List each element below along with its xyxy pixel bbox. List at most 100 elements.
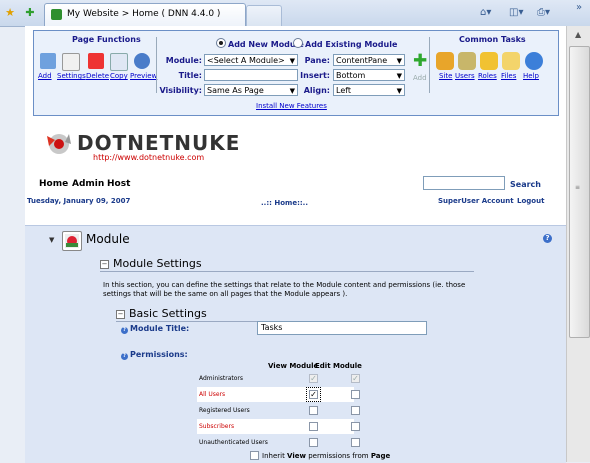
page-settings-icon[interactable] bbox=[62, 53, 80, 71]
add-module-icon[interactable]: ✚ bbox=[413, 53, 427, 70]
insert-label: Insert: bbox=[300, 71, 330, 80]
add-new-module-option[interactable]: Add New Module bbox=[216, 38, 304, 49]
copy-page-icon[interactable] bbox=[110, 53, 128, 71]
menu-host[interactable]: Host bbox=[107, 179, 130, 189]
site-link[interactable]: Site bbox=[439, 72, 452, 80]
add-module-button[interactable]: Add bbox=[413, 74, 427, 82]
module-select[interactable]: <Select A Module> ▼ bbox=[204, 54, 298, 66]
divider bbox=[156, 37, 157, 93]
page-functions-heading: Page Functions bbox=[72, 35, 141, 44]
breadcrumb: ..:: Home::.. bbox=[261, 199, 308, 207]
add-favorites-icon[interactable]: ✚ bbox=[24, 7, 36, 19]
add-existing-module-option[interactable]: Add Existing Module bbox=[293, 38, 397, 49]
role-name: Unauthenticated Users bbox=[199, 439, 268, 446]
logo-url[interactable]: http://www.dotnetnuke.com bbox=[93, 153, 204, 162]
current-date: Tuesday, January 09, 2007 bbox=[27, 197, 131, 205]
permission-row: Administrators ✓ ✓ bbox=[197, 371, 360, 386]
permissions-label: ? Permissions: bbox=[121, 350, 188, 360]
install-new-features-link[interactable]: Install New Features bbox=[256, 102, 327, 110]
view-checkbox[interactable]: ✓ bbox=[306, 387, 321, 402]
view-checkbox[interactable] bbox=[309, 406, 318, 415]
add-existing-radio[interactable] bbox=[293, 38, 303, 48]
feeds-icon[interactable]: ◫▾ bbox=[509, 7, 523, 18]
role-name: Subscribers bbox=[199, 423, 235, 430]
common-tasks-heading: Common Tasks bbox=[459, 35, 526, 44]
files-link[interactable]: Files bbox=[501, 72, 516, 80]
scroll-up-icon[interactable]: ▲ bbox=[575, 30, 581, 39]
users-link[interactable]: Users bbox=[455, 72, 475, 80]
print-icon[interactable]: ⎙▾ bbox=[537, 7, 550, 18]
add-new-radio[interactable] bbox=[216, 38, 226, 48]
account-link[interactable]: SuperUser Account bbox=[438, 197, 514, 205]
align-label: Align: bbox=[303, 86, 330, 95]
basic-settings-heading[interactable]: − Basic Settings bbox=[116, 307, 207, 320]
search-button[interactable]: Search bbox=[510, 180, 541, 189]
collapse-icon[interactable]: − bbox=[116, 310, 125, 319]
search-input[interactable] bbox=[423, 176, 505, 190]
module-title-input[interactable]: Tasks bbox=[257, 321, 427, 335]
role-name: Administrators bbox=[199, 375, 244, 382]
scrollbar-thumb[interactable] bbox=[569, 46, 590, 338]
roles-link[interactable]: Roles bbox=[478, 72, 497, 80]
page-content: Page Functions Add Settings Delete Copy … bbox=[25, 26, 566, 463]
logo-text: DOTNETNUKE bbox=[77, 131, 241, 155]
module-label: Module: bbox=[165, 56, 202, 65]
roles-icon[interactable] bbox=[480, 52, 498, 70]
edit-checkbox[interactable] bbox=[351, 422, 360, 431]
collapse-icon[interactable]: − bbox=[100, 260, 109, 269]
pane-label: Pane: bbox=[304, 56, 330, 65]
pane-select[interactable]: ContentPane ▼ bbox=[333, 54, 405, 66]
chevron-down-icon: ▼ bbox=[396, 87, 402, 95]
align-select[interactable]: Left ▼ bbox=[333, 84, 405, 96]
title-input[interactable] bbox=[204, 69, 298, 81]
chevron-down-icon: ▼ bbox=[396, 72, 402, 80]
module-settings-heading[interactable]: − Module Settings bbox=[100, 257, 202, 270]
logout-link[interactable]: Logout bbox=[517, 197, 544, 205]
browser-new-tab[interactable] bbox=[246, 5, 282, 26]
edit-module-header: Edit Module bbox=[315, 362, 362, 370]
divider bbox=[429, 37, 430, 93]
add-page-link[interactable]: Add bbox=[38, 72, 52, 80]
preview-page-link[interactable]: Preview bbox=[130, 72, 157, 80]
edit-checkbox[interactable] bbox=[351, 390, 360, 399]
add-page-icon[interactable] bbox=[40, 53, 56, 69]
help-icon[interactable]: ? bbox=[121, 327, 128, 334]
edit-checkbox[interactable] bbox=[351, 406, 360, 415]
edit-checkbox[interactable] bbox=[351, 438, 360, 447]
visibility-select[interactable]: Same As Page ▼ bbox=[204, 84, 298, 96]
scrollbar[interactable]: ▲ ≡ bbox=[566, 26, 590, 462]
help-link[interactable]: Help bbox=[523, 72, 539, 80]
permission-row: Registered Users bbox=[197, 403, 360, 418]
files-icon[interactable] bbox=[502, 52, 520, 70]
copy-page-link[interactable]: Copy bbox=[110, 72, 128, 80]
view-module-header: View Module bbox=[268, 362, 319, 370]
insert-select[interactable]: Bottom ▼ bbox=[333, 69, 405, 81]
browser-tab-active[interactable]: My Website > Home ( DNN 4.4.0 ) bbox=[44, 3, 246, 26]
permission-row: Unauthenticated Users bbox=[197, 435, 360, 450]
dotnetnuke-logo-icon bbox=[47, 134, 71, 154]
module-help-icon[interactable]: ? bbox=[543, 234, 552, 243]
help-icon[interactable]: ? bbox=[121, 353, 128, 360]
toolbar-overflow-icon[interactable]: » bbox=[576, 2, 582, 13]
module-container: ▼ Module ? − Module Settings In this sect… bbox=[25, 225, 566, 463]
help-icon[interactable] bbox=[525, 52, 543, 70]
module-settings-description: In this section, you can define the sett… bbox=[103, 281, 466, 298]
favorites-star-icon[interactable]: ★ bbox=[4, 7, 16, 19]
menu-admin[interactable]: Admin bbox=[72, 179, 104, 189]
view-checkbox[interactable] bbox=[309, 438, 318, 447]
site-icon[interactable] bbox=[436, 52, 454, 70]
menu-home[interactable]: Home bbox=[39, 179, 68, 189]
preview-page-icon[interactable] bbox=[134, 53, 150, 69]
users-icon[interactable] bbox=[458, 52, 476, 70]
module-icon bbox=[62, 231, 82, 251]
view-checkbox[interactable] bbox=[309, 422, 318, 431]
inherit-permissions-option[interactable]: Inherit View permissions from Page bbox=[250, 451, 390, 460]
role-name: All Users bbox=[199, 391, 226, 398]
module-actions-chevron-icon[interactable]: ▼ bbox=[49, 236, 54, 244]
delete-page-link[interactable]: Delete bbox=[86, 72, 109, 80]
browser-tab-bar: ★ ✚ My Website > Home ( DNN 4.4.0 ) ⌂▾ ◫… bbox=[0, 0, 590, 27]
inherit-checkbox[interactable] bbox=[250, 451, 259, 460]
page-settings-link[interactable]: Settings bbox=[57, 72, 86, 80]
home-icon[interactable]: ⌂▾ bbox=[480, 7, 491, 18]
delete-page-icon[interactable] bbox=[88, 53, 104, 69]
